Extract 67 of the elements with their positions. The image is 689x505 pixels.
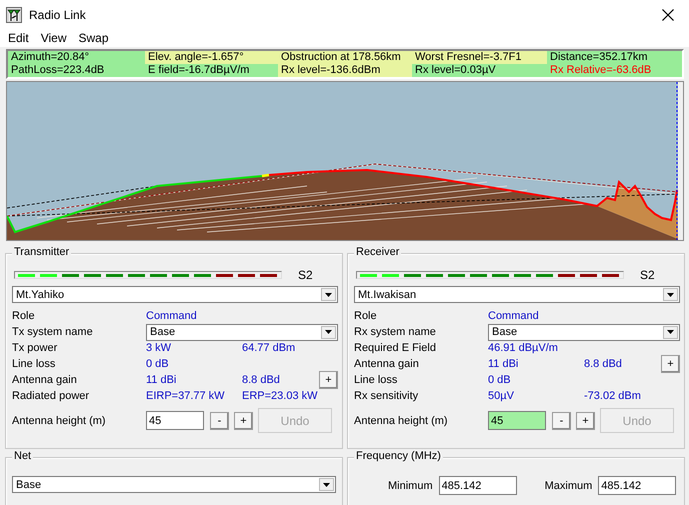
window-title: Radio Link (29, 8, 87, 22)
group-title: Transmitter (12, 246, 72, 258)
info-cell: Rx level=0.03µV (412, 64, 547, 77)
field-value: 0 dB (488, 374, 512, 386)
info-cell: Elev. angle=-1.657° (145, 51, 278, 64)
increment-button[interactable]: + (234, 412, 253, 430)
frequency-input[interactable]: 485.142 (438, 476, 517, 495)
decrement-button[interactable]: - (210, 412, 229, 430)
signal-reading: S2 (640, 268, 655, 282)
field-value: 11 dBi (146, 374, 178, 386)
field-value: 50µV (488, 390, 515, 402)
height-input[interactable]: 45 (146, 411, 204, 430)
increment-button[interactable]: + (576, 412, 595, 430)
field-label: Antenna gain (354, 358, 420, 370)
info-cell: Obstruction at 178.56km (278, 51, 412, 64)
field-value: 8.8 dBd (242, 374, 281, 386)
field-value: 46.91 dBµV/m (488, 342, 559, 354)
field-label: Line loss (12, 358, 56, 370)
field-value: 64.77 dBm (242, 342, 296, 354)
field-label: Radiated power (12, 390, 90, 402)
increment-button[interactable]: + (319, 371, 338, 389)
signal-reading: S2 (298, 268, 313, 282)
app-icon (6, 6, 22, 22)
field-label: Maximum (544, 480, 592, 492)
site-dropdown[interactable]: Mt.Iwakisan (354, 286, 680, 303)
group-title: Frequency (MHz) (354, 450, 443, 462)
field-value: Command (146, 310, 198, 322)
info-cell: Rx Relative=-63.6dB (547, 64, 682, 77)
field-value: -73.02 dBm (584, 390, 642, 402)
field-label: Antenna height (m) (354, 414, 449, 426)
field-value: Command (488, 310, 540, 322)
field-value: 0 dB (146, 358, 170, 370)
increment-button[interactable]: + (661, 355, 680, 373)
field-label: Rx sensitivity (354, 390, 420, 402)
menu-item[interactable]: Swap (72, 31, 115, 45)
site-dropdown[interactable]: Mt.Yahiko (12, 286, 338, 303)
frequency-input[interactable]: 485.142 (598, 476, 676, 495)
info-cell: Azimuth=20.84° (8, 51, 145, 64)
field-label: Antenna height (m) (12, 414, 107, 426)
field-label: Antenna gain (12, 374, 78, 386)
info-cell: Worst Fresnel=-3.7F1 (412, 51, 547, 64)
info-cell: Rx level=-136.6dBm (278, 64, 412, 77)
decrement-button[interactable]: - (552, 412, 571, 430)
menu-item[interactable]: View (34, 31, 72, 45)
field-label: Minimum (388, 480, 433, 492)
field-value: 11 dBi (488, 358, 520, 370)
field-label: Tx power (12, 342, 58, 354)
net-dropdown[interactable]: Base (12, 476, 336, 493)
system-dropdown[interactable]: Base (488, 324, 680, 340)
group-title: Receiver (354, 246, 402, 258)
field-value: ERP=23.03 kW (242, 390, 318, 402)
info-cell: E field=-16.7dBµV/m (145, 64, 278, 77)
field-value: 3 kW (146, 342, 172, 354)
group-title: Net (12, 450, 34, 462)
field-value: EIRP=37.77 kW (146, 390, 226, 402)
field-label: Line loss (354, 374, 398, 386)
menu-item[interactable]: Edit (2, 31, 35, 45)
field-label: Required E Field (354, 342, 437, 354)
system-dropdown[interactable]: Base (146, 324, 338, 340)
info-cell: PathLoss=223.4dB (8, 64, 145, 77)
field-label: Rx system name (354, 326, 437, 338)
field-value: 8.8 dBd (584, 358, 623, 370)
field-label: Role (354, 310, 378, 322)
field-label: Role (12, 310, 36, 322)
height-input[interactable]: 45 (488, 411, 546, 430)
field-label: Tx system name (12, 326, 94, 338)
info-cell: Distance=352.17km (547, 51, 682, 64)
